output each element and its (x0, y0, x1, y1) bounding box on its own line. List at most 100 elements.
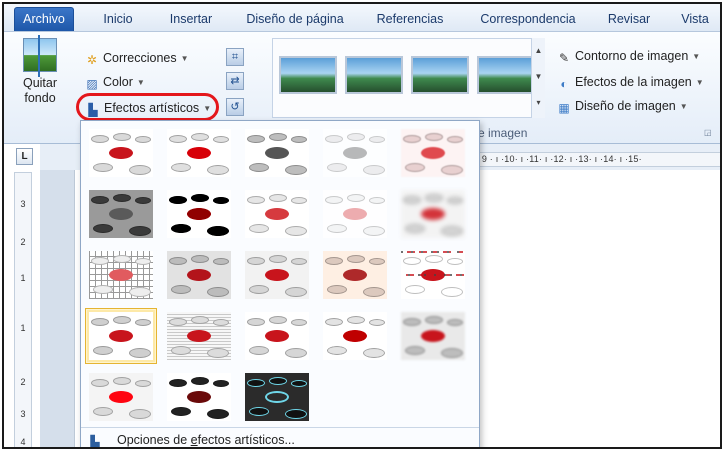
artistic-effect-thumb[interactable] (85, 186, 157, 242)
effect-preview-dot (408, 274, 410, 276)
effect-preview-red-disc (343, 208, 367, 220)
effect-preview-disc (113, 316, 131, 324)
effect-preview-disc (249, 285, 269, 294)
remove-background-icon (23, 35, 57, 77)
artistic-effect-thumb[interactable] (85, 125, 157, 181)
tab-correspondencia[interactable]: Correspondencia (470, 9, 586, 31)
tab-referencias[interactable]: Referencias (370, 9, 450, 31)
effect-preview-disc (249, 407, 269, 416)
artistic-effects-options-item[interactable]: ▙ Opciones de efectos artísticos... (87, 431, 473, 449)
effect-preview (401, 190, 465, 238)
effect-preview-disc (403, 196, 421, 204)
artistic-effect-thumb[interactable] (241, 125, 313, 181)
effect-preview-disc (207, 409, 229, 419)
effect-preview-disc (169, 196, 187, 204)
effect-preview-disc (369, 258, 385, 265)
artistic-effect-thumb[interactable] (319, 186, 391, 242)
ribbon-tab-bar: Archivo Inicio Insertar Diseño de página… (4, 4, 720, 32)
effect-preview (323, 251, 387, 299)
effect-preview (167, 190, 231, 238)
color-button[interactable]: ▨ Color ▼ (84, 72, 144, 92)
picture-border-button[interactable]: ✎ Contorno de imagen ▼ (556, 46, 700, 66)
artistic-effect-thumb[interactable] (241, 369, 313, 425)
artistic-effect-thumb[interactable] (319, 125, 391, 181)
artistic-effect-thumb[interactable] (397, 247, 469, 303)
scroll-down-icon[interactable]: ▼ (532, 64, 545, 90)
artistic-effect-thumb[interactable] (241, 186, 313, 242)
effect-preview (245, 190, 309, 238)
tab-archivo[interactable]: Archivo (14, 7, 74, 31)
effect-preview (401, 251, 465, 299)
effect-preview-disc (129, 409, 151, 419)
chevron-down-icon: ▼ (692, 52, 701, 61)
artistic-effect-thumb[interactable] (397, 125, 469, 181)
tab-selector-button[interactable]: L (16, 148, 33, 165)
effect-preview-disc (207, 348, 229, 358)
reset-picture-icon[interactable]: ↺ (226, 98, 244, 116)
effect-preview-disc (191, 133, 209, 141)
picture-style-4[interactable] (477, 56, 535, 94)
artistic-effect-thumb[interactable] (163, 308, 235, 364)
remove-background-button[interactable]: Quitar fondo (14, 35, 66, 106)
effect-preview-disc (91, 196, 109, 204)
effect-preview-red-disc (109, 208, 133, 220)
effect-preview-disc (129, 287, 151, 297)
effect-preview-disc (169, 135, 187, 143)
effect-preview-red-disc (343, 269, 367, 281)
artistic-effect-thumb[interactable] (163, 369, 235, 425)
compress-icon[interactable]: ⌗ (226, 48, 244, 66)
picture-styles-group-label: e imagen (478, 126, 528, 140)
effect-preview-red-disc (265, 147, 289, 159)
effect-preview-red-disc (343, 147, 367, 159)
effect-preview-disc (213, 197, 229, 204)
tab-diseno-pagina[interactable]: Diseño de página (240, 9, 350, 31)
artistic-effect-thumb[interactable] (85, 247, 157, 303)
vruler-label: 1 (20, 323, 26, 333)
artistic-effects-label: Efectos artísticos (104, 101, 200, 115)
effect-preview-disc (403, 135, 421, 143)
artistic-effect-thumb[interactable] (163, 186, 235, 242)
styles-gallery-scroll[interactable]: ▲ ▼ ▾ (531, 38, 545, 118)
dialog-launcher-icon[interactable]: ◲ (704, 128, 712, 137)
artistic-effect-thumb[interactable] (241, 308, 313, 364)
vruler-label: 1 (20, 273, 26, 283)
artistic-effect-thumb[interactable] (397, 308, 469, 364)
scroll-up-icon[interactable]: ▲ (532, 38, 545, 64)
picture-style-2[interactable] (345, 56, 403, 94)
horizontal-ruler[interactable]: · 9 · ı ·10· ı ·11· ı ·12· ı ·13· ı ·14·… (476, 152, 720, 167)
corrections-button[interactable]: ✲ Correcciones ▼ (84, 48, 189, 68)
artistic-effect-thumb[interactable] (163, 247, 235, 303)
effect-preview-dot (406, 274, 408, 276)
effect-preview (245, 251, 309, 299)
effect-preview-dot (462, 274, 464, 276)
effect-preview-disc (369, 319, 385, 326)
artistic-effect-thumb[interactable] (85, 369, 157, 425)
artistic-effect-thumb[interactable] (319, 247, 391, 303)
artistic-effects-button[interactable]: ▙ Efectos artísticos ▼ (76, 93, 219, 121)
effect-preview-disc (327, 224, 347, 233)
tab-revisar[interactable]: Revisar (604, 9, 654, 31)
picture-border-label: Contorno de imagen (575, 49, 689, 63)
remove-background-label: Quitar fondo (22, 76, 58, 105)
artistic-effect-thumb[interactable] (319, 308, 391, 364)
artistic-effect-thumb[interactable] (85, 308, 157, 364)
effect-preview-red-disc (265, 391, 289, 403)
picture-layout-button[interactable]: ▦ Diseño de imagen ▼ (556, 96, 687, 116)
artistic-effect-thumb[interactable] (163, 125, 235, 181)
artistic-brush-icon: ▙ (90, 435, 100, 449)
vertical-ruler[interactable]: 3 2 1 1 2 3 4 (14, 172, 32, 447)
tab-insertar[interactable]: Insertar (162, 9, 220, 31)
tab-vista[interactable]: Vista (674, 9, 716, 31)
artistic-effect-thumb[interactable] (397, 186, 469, 242)
artistic-effect-thumb[interactable] (241, 247, 313, 303)
picture-effects-button[interactable]: ◐ Efectos de la imagen ▼ (556, 72, 703, 92)
picture-style-3[interactable] (411, 56, 469, 94)
change-picture-icon[interactable]: ⇄ (226, 72, 244, 90)
effect-preview-disc (171, 407, 191, 416)
gallery-more-icon[interactable]: ▾ (532, 90, 545, 116)
effect-preview-dot (425, 251, 427, 253)
effect-preview-disc (129, 348, 151, 358)
picture-style-1[interactable] (279, 56, 337, 94)
tab-inicio[interactable]: Inicio (96, 9, 140, 31)
effect-preview-dot (411, 251, 413, 253)
